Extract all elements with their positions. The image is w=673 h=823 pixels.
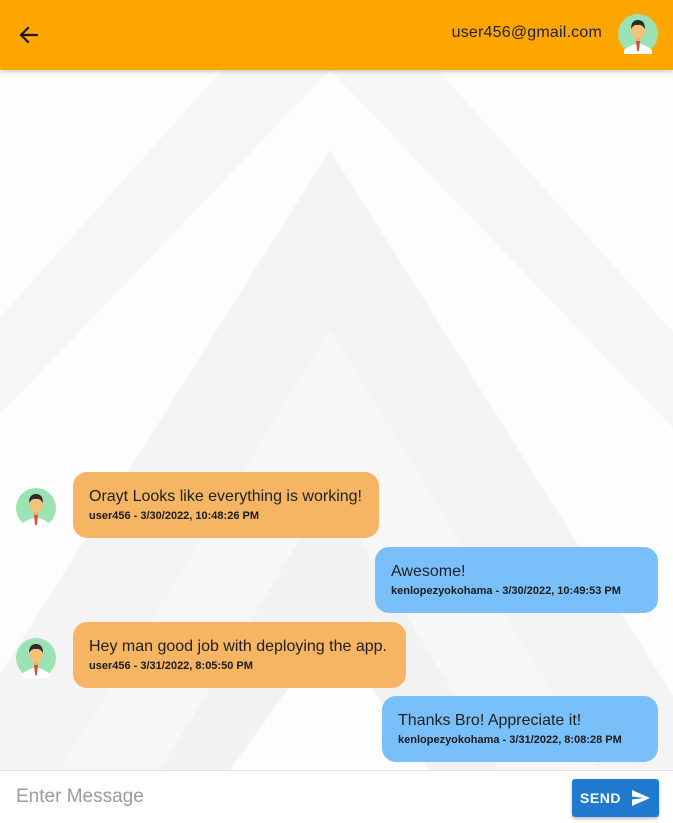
message-meta: kenlopezyokohama - 3/30/2022, 10:49:53 P… [391,585,621,597]
send-button[interactable]: SEND [572,779,659,817]
back-button[interactable] [14,20,44,50]
send-button-label: SEND [580,790,621,806]
message-composer: SEND [0,770,673,823]
user-avatar-icon[interactable] [618,14,658,54]
message-list: Orayt Looks like everything is working! … [0,70,673,770]
message-bubble: Thanks Bro! Appreciate it! kenlopezyokoh… [382,696,658,762]
message-text: Awesome! [391,563,466,580]
message-bubble: Hey man good job with deploying the app.… [73,622,406,688]
message-text: Hey man good job with deploying the app. [89,638,387,655]
message-meta: user456 - 3/30/2022, 10:48:26 PM [89,510,260,522]
sender-avatar-icon [16,488,56,528]
message-text: Orayt Looks like everything is working! [89,488,362,505]
message-meta: kenlopezyokohama - 3/31/2022, 8:08:28 PM [398,734,622,746]
message-bubble: Awesome! kenlopezyokohama - 3/30/2022, 1… [375,547,658,613]
message-bubble: Orayt Looks like everything is working! … [73,472,379,538]
arrow-left-icon [19,26,39,44]
sender-avatar-icon [16,638,56,678]
message-meta: user456 - 3/31/2022, 8:05:50 PM [89,660,253,672]
user-email: user456@gmail.com [451,24,602,41]
message-text: Thanks Bro! Appreciate it! [398,712,582,729]
chat-app: user456@gmail.com Orayt Looks like every… [0,0,673,823]
app-header: user456@gmail.com [0,0,673,70]
message-input[interactable] [0,771,560,823]
send-icon [631,790,650,806]
